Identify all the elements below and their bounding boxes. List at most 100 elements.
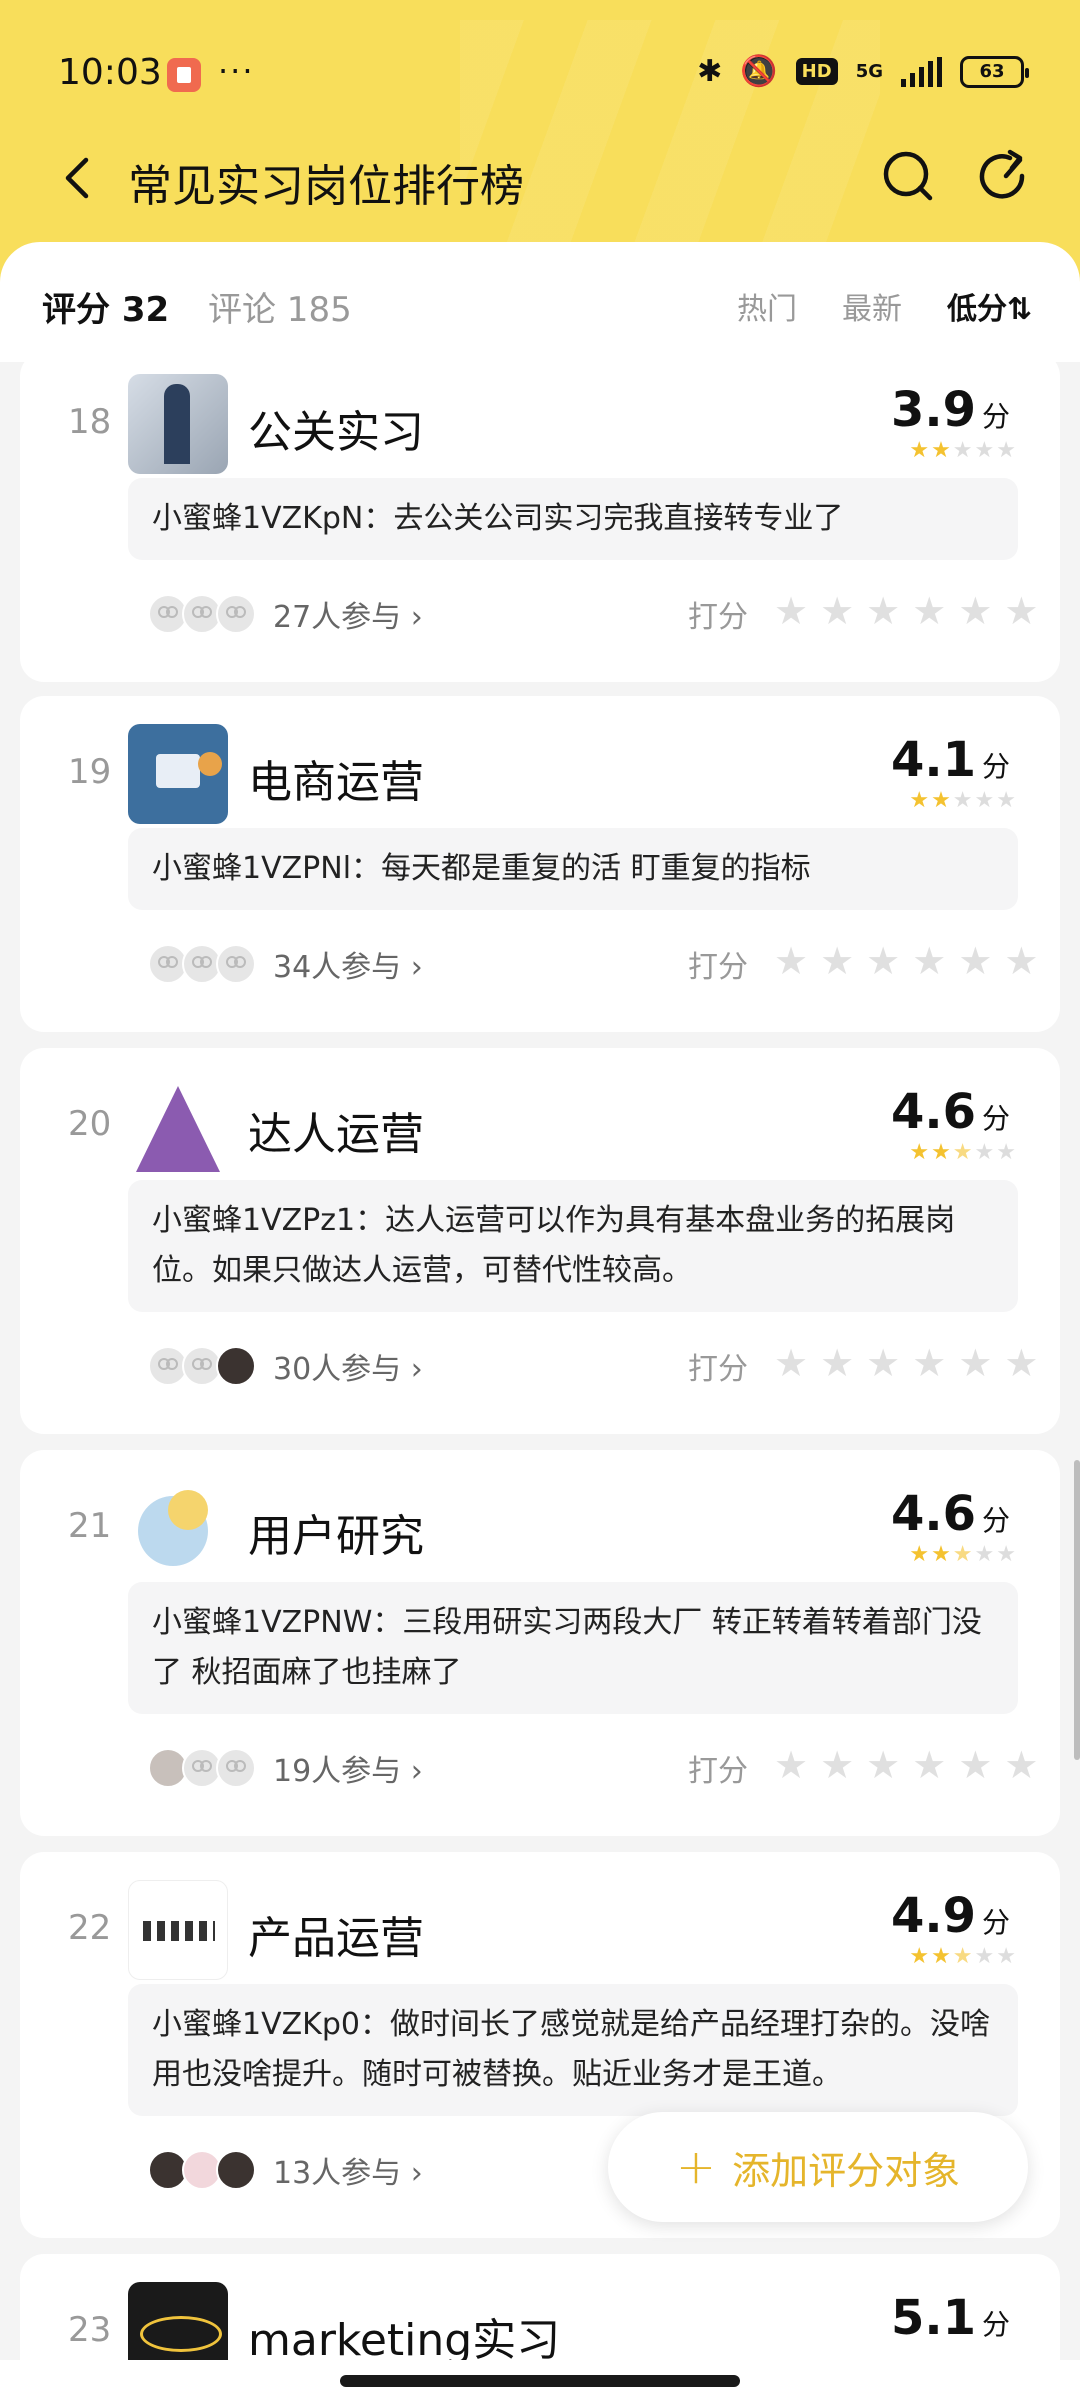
rating-stars-input[interactable]: ★ ★ ★ ★ ★ ★ <box>774 1742 1038 1788</box>
participant-avatars <box>148 944 256 984</box>
item-name: marketing实习 <box>248 2315 561 2360</box>
list-item[interactable]: 23 marketing实习 5.1 分 <box>20 2254 1060 2360</box>
participants-link[interactable]: 27人参与 › <box>273 592 423 636</box>
participants-link[interactable]: 30人参与 › <box>273 1344 423 1388</box>
home-indicator[interactable] <box>340 2375 740 2387</box>
participant-avatars <box>148 594 256 634</box>
score-unit: 分 <box>981 1504 1010 1537</box>
tab-score[interactable]: 评分 32 <box>42 282 169 331</box>
rate-label: 打分 <box>688 1754 748 1789</box>
top-comment[interactable]: 小蜜蜂1VZKpN：去公关公司实习完我直接转专业了 <box>128 478 1018 560</box>
participants-link[interactable]: 34人参与 › <box>273 942 423 986</box>
nav-bar: 常见实习岗位排行榜 <box>0 140 1080 230</box>
avatar <box>216 1748 256 1788</box>
participants-link[interactable]: 19人参与 › <box>273 1746 423 1790</box>
item-score: 4.1 分 <box>891 732 1010 788</box>
status-bar: 10:03 ··· ✱ 🔕 HD 5G 63 <box>0 0 1080 150</box>
score-stars: ★ ★ ★ ★ ★ <box>909 438 1016 463</box>
item-thumbnail <box>128 1880 228 1980</box>
score-unit: 分 <box>981 1906 1010 1939</box>
score-unit: 分 <box>981 400 1010 433</box>
hd-icon: HD <box>795 58 838 85</box>
list-item[interactable]: 20 达人运营 4.6 分 ★ ★ ★ ★ ★ 小蜜蜂1VZPz1：达人运营可以作为具有基… <box>20 1048 1060 1434</box>
back-arrow-icon[interactable] <box>48 148 108 208</box>
avatar <box>216 2150 256 2190</box>
avatar <box>216 594 256 634</box>
ranking-list: 18 公关实习 3.9 分 ★ ★ ★ ★ ★ 小蜜蜂1VZKpN：去公关公司实习完我直接… <box>0 362 1080 2360</box>
tab-sort-bar: 评分 32 评论 185 热门 最新 低分⇅ <box>0 242 1080 362</box>
list-item[interactable]: 21 用户研究 4.6 分 ★ ★ ★ ★ ★ 小蜜蜂1VZPNW：三段用研实习两段大厂 … <box>20 1450 1060 1836</box>
sort-low-score[interactable]: 低分⇅ <box>947 284 1032 328</box>
battery-icon: 63 <box>960 55 1029 88</box>
item-score: 5.1 分 <box>891 2290 1010 2346</box>
item-name: 达人运营 <box>248 1109 424 1160</box>
item-name: 电商运营 <box>248 757 424 808</box>
top-comment[interactable]: 小蜜蜂1VZPz1：达人运营可以作为具有基本盘业务的拓展岗位。如果只做达人运营，… <box>128 1180 1018 1312</box>
share-icon[interactable] <box>976 146 1036 206</box>
sort-hot[interactable]: 热门 <box>737 284 797 328</box>
battery-level: 63 <box>979 61 1005 82</box>
list-item[interactable]: 19 电商运营 4.1 分 ★ ★ ★ ★ ★ 小蜜蜂1VZPNl：每天都是重复的活 盯重… <box>20 696 1060 1032</box>
mute-icon: 🔕 <box>740 54 778 89</box>
sort-newest[interactable]: 最新 <box>842 284 902 328</box>
more-notifications-icon: ··· <box>218 52 255 90</box>
notification-app-icon <box>167 58 201 92</box>
avatar <box>216 1346 256 1386</box>
add-rating-object-button[interactable]: + 添加评分对象 <box>608 2112 1028 2222</box>
status-icons: ✱ 🔕 HD 5G 63 <box>697 54 1029 89</box>
add-rating-object-label: 添加评分对象 <box>732 2148 961 2193</box>
participant-avatars <box>148 2150 256 2190</box>
signal-icon <box>901 56 942 87</box>
item-footer: 27人参与 › 打分 ★ ★ ★ ★ ★ ★ <box>128 588 1038 638</box>
rank-number: 19 <box>68 752 112 792</box>
item-score: 4.9 分 <box>891 1888 1010 1944</box>
gesture-bar-area <box>0 2360 1080 2403</box>
item-thumbnail <box>128 374 228 474</box>
score-unit: 分 <box>981 1102 1010 1135</box>
search-icon[interactable] <box>878 146 938 206</box>
bluetooth-icon: ✱ <box>697 54 723 89</box>
score-value: 3.9 <box>890 382 976 438</box>
item-footer: 19人参与 › 打分 ★ ★ ★ ★ ★ ★ <box>128 1742 1038 1792</box>
network-type: 5G <box>855 61 883 82</box>
item-name: 产品运营 <box>248 1913 424 1964</box>
score-stars: ★ ★ ★ ★ ★ <box>909 788 1016 813</box>
score-value: 4.9 <box>890 1888 976 1944</box>
item-footer: 30人参与 › 打分 ★ ★ ★ ★ ★ ★ <box>128 1340 1038 1390</box>
rating-stars-input[interactable]: ★ ★ ★ ★ ★ ★ <box>774 938 1038 984</box>
tab-comments[interactable]: 评论 185 <box>208 282 352 331</box>
scrollbar[interactable] <box>1074 1460 1080 1760</box>
status-time: 10:03 <box>58 52 162 93</box>
rating-stars-input[interactable]: ★ ★ ★ ★ ★ ★ <box>774 588 1038 634</box>
item-score: 4.6 分 <box>891 1486 1010 1542</box>
participants-link[interactable]: 13人参与 › <box>273 2148 423 2192</box>
rank-number: 22 <box>68 1908 112 1948</box>
score-stars: ★ ★ ★ ★ ★ <box>909 1542 1016 1567</box>
score-value: 4.6 <box>890 1486 976 1542</box>
score-stars: ★ ★ ★ ★ ★ <box>909 1944 1016 1969</box>
score-value: 5.1 <box>890 2290 976 2346</box>
participant-avatars <box>148 1748 256 1788</box>
top-comment[interactable]: 小蜜蜂1VZPNl：每天都是重复的活 盯重复的指标 <box>128 828 1018 910</box>
plus-icon: + <box>675 2139 717 2195</box>
top-comment[interactable]: 小蜜蜂1VZKp0：做时间长了感觉就是给产品经理打杂的。没啥用也没啥提升。随时可… <box>128 1984 1018 2116</box>
item-thumbnail <box>128 724 228 824</box>
score-unit: 分 <box>981 750 1010 783</box>
rank-number: 23 <box>68 2310 112 2350</box>
item-name: 公关实习 <box>248 407 424 458</box>
rank-number: 21 <box>68 1506 112 1546</box>
rating-stars-input[interactable]: ★ ★ ★ ★ ★ ★ <box>774 1340 1038 1386</box>
rate-label: 打分 <box>688 1352 748 1387</box>
rank-number: 20 <box>68 1104 112 1144</box>
item-thumbnail <box>128 2282 228 2360</box>
score-unit: 分 <box>981 2308 1010 2341</box>
rank-number: 18 <box>68 402 112 442</box>
list-item[interactable]: 18 公关实习 3.9 分 ★ ★ ★ ★ ★ 小蜜蜂1VZKpN：去公关公司实习完我直接… <box>20 362 1060 682</box>
avatar <box>216 944 256 984</box>
item-thumbnail <box>128 1478 228 1578</box>
item-name: 用户研究 <box>248 1511 424 1562</box>
item-score: 3.9 分 <box>891 382 1010 438</box>
top-comment[interactable]: 小蜜蜂1VZPNW：三段用研实习两段大厂 转正转着转着部门没了 秋招面麻了也挂麻… <box>128 1582 1018 1714</box>
score-stars: ★ ★ ★ ★ ★ <box>909 1140 1016 1165</box>
score-value: 4.6 <box>890 1084 976 1140</box>
